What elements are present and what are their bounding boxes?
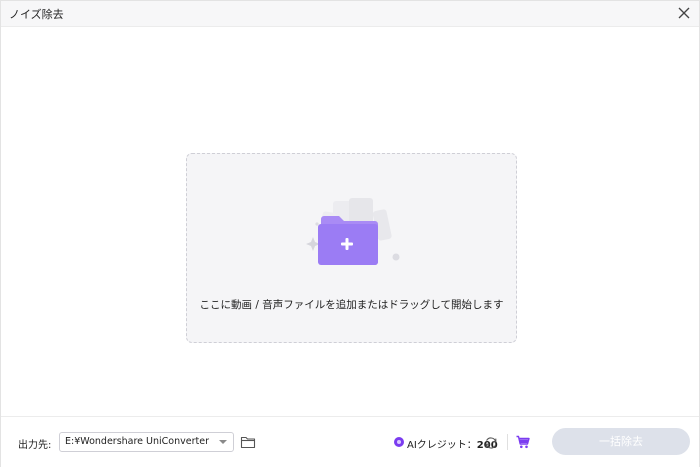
refresh-icon [485,437,497,449]
close-button[interactable] [675,4,693,22]
refresh-credit-button[interactable] [484,435,498,449]
output-location-label: 出力先: [18,440,52,451]
chevron-down-icon [219,440,227,444]
file-drop-zone[interactable]: ここに動画 / 音声ファイルを追加またはドラッグして開始します [186,153,517,343]
window-title: ノイズ除去 [9,8,64,21]
open-folder-button[interactable] [240,434,256,450]
drop-zone-instruction: ここに動画 / 音声ファイルを追加またはドラッグして開始します [199,299,504,311]
output-path-select[interactable]: E:¥Wondershare UniConverter 16¥N [59,432,234,452]
output-path-value: E:¥Wondershare UniConverter 16¥N [65,436,213,447]
batch-remove-button[interactable]: 一括除去 [552,428,690,455]
close-icon [678,7,690,19]
footer-bar: 出力先: E:¥Wondershare UniConverter 16¥N AI… [1,416,699,467]
title-bar: ノイズ除去 [1,1,699,27]
ai-credit-icon [394,437,404,447]
purchase-cart-button[interactable] [515,434,531,450]
footer-divider [507,434,508,450]
ai-credit-label: AIクレジット： [407,440,477,451]
cart-icon [516,435,530,449]
noise-removal-window: ノイズ除去 ここに動画 / 音声ファイルを追加またはドラッグして開始します 出力… [0,0,700,467]
add-folder-icon [306,198,400,265]
folder-icon [240,436,256,449]
